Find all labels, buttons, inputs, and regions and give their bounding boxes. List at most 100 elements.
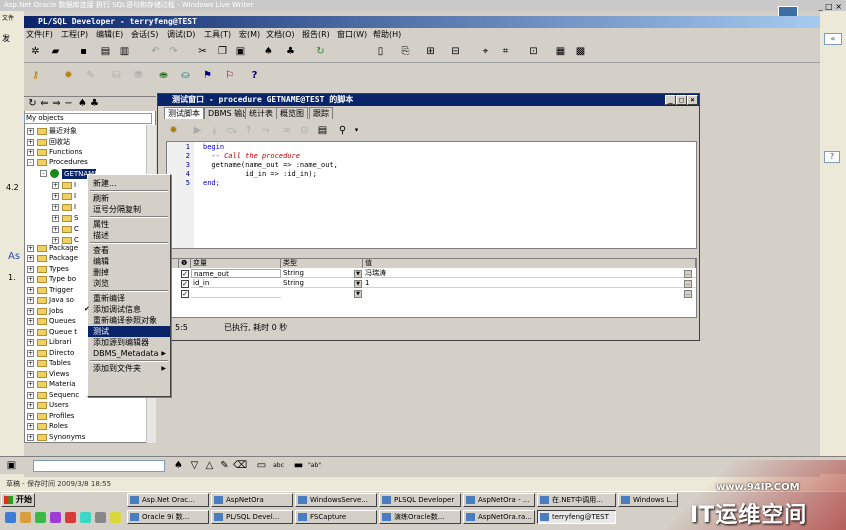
- expand-box[interactable]: +: [27, 391, 34, 399]
- menu-debug[interactable]: 调试(D): [167, 29, 195, 40]
- menu-session[interactable]: 会话(S): [131, 29, 158, 40]
- expand-box[interactable]: +: [27, 349, 34, 357]
- print-icon[interactable]: ▤: [99, 45, 112, 58]
- context-menu-item[interactable]: 刷新: [88, 193, 170, 204]
- taskbar-button[interactable]: Asp.Net Orac...: [127, 493, 209, 507]
- taskbar-button[interactable]: AspNetOra: [211, 493, 293, 507]
- tree-item-views[interactable]: + Views: [27, 369, 69, 379]
- regex-icon[interactable]: ▬: [292, 459, 305, 472]
- context-menu-item[interactable]: 浏览: [88, 278, 170, 289]
- taskbar-button[interactable]: AspNetOra.ra...: [463, 510, 535, 524]
- expand-box[interactable]: +: [27, 359, 34, 367]
- quicklaunch-app4-icon[interactable]: [110, 512, 121, 523]
- clear-icon[interactable]: ⌫: [233, 459, 247, 472]
- chevron-down-icon[interactable]: ▼: [354, 270, 362, 278]
- context-menu-item[interactable]: DBMS_Metadata ▶: [88, 348, 170, 359]
- expand-box[interactable]: +: [52, 181, 59, 189]
- cut-icon[interactable]: ✂: [196, 45, 209, 58]
- menu-macro[interactable]: 宏(M): [239, 29, 260, 40]
- copy-icon[interactable]: ❐: [216, 45, 229, 58]
- taskbar-button[interactable]: terryfeng@TEST: [537, 510, 616, 524]
- chevron-down-icon[interactable]: ▾: [350, 124, 363, 137]
- expand-box[interactable]: +: [27, 148, 34, 156]
- quicklaunch-desktop-icon[interactable]: [35, 512, 46, 523]
- tree-item-tables[interactable]: + Tables: [27, 358, 71, 368]
- script-icon[interactable]: ▯: [374, 45, 387, 58]
- open-icon[interactable]: ▰: [49, 45, 62, 58]
- expand-box[interactable]: +: [27, 380, 34, 388]
- tree-item-java-sources[interactable]: + Java so: [27, 295, 74, 305]
- context-menu-item[interactable]: 重新编译: [88, 293, 170, 304]
- tool-c-icon[interactable]: ⊟: [449, 45, 462, 58]
- tree-subitem[interactable]: + I: [52, 202, 76, 212]
- menu-help[interactable]: 帮助(H): [373, 29, 401, 40]
- context-menu-item[interactable]: 测试: [88, 326, 170, 337]
- close-button[interactable]: ×: [687, 95, 698, 105]
- ellipsis-icon[interactable]: …: [684, 280, 692, 288]
- expand-box[interactable]: +: [27, 338, 34, 346]
- tree-item-package[interactable]: + Package: [27, 243, 78, 253]
- lw-help-icon[interactable]: ?: [824, 151, 840, 163]
- find-icon[interactable]: ♠: [262, 45, 275, 58]
- highlight-icon[interactable]: ✎: [218, 459, 231, 472]
- expand-box[interactable]: -: [40, 169, 47, 177]
- tree-item-getname[interactable]: -: [40, 168, 59, 178]
- grid-header-variable[interactable]: 变量: [191, 259, 281, 268]
- taskbar-button[interactable]: 在.NET中调用...: [537, 493, 616, 507]
- abc-icon[interactable]: abc: [272, 459, 285, 472]
- help-icon[interactable]: ?: [248, 69, 261, 82]
- quicklaunch-app-icon[interactable]: [65, 512, 76, 523]
- tree-item-libraries[interactable]: + Librari: [27, 337, 71, 347]
- tree-item-procedures[interactable]: - Procedures: [27, 157, 88, 167]
- tree-item-synonyms[interactable]: + Synonyms: [27, 432, 85, 442]
- expand-box[interactable]: +: [27, 401, 34, 409]
- ellipsis-icon[interactable]: …: [684, 270, 692, 278]
- window-cascade-icon[interactable]: ▩: [574, 45, 587, 58]
- menu-tools[interactable]: 工具(T): [204, 29, 231, 40]
- chevron-down-icon[interactable]: ▼: [354, 290, 362, 298]
- redo-icon[interactable]: ↷: [167, 45, 180, 58]
- find-up-icon[interactable]: △: [203, 459, 216, 472]
- tree-subitem[interactable]: + S: [52, 213, 78, 223]
- object-filter-select[interactable]: My objects: [24, 113, 152, 124]
- tab-trace[interactable]: 跟踪: [309, 107, 333, 119]
- grid-cell-var-empty[interactable]: [191, 289, 281, 298]
- expand-box[interactable]: -: [27, 158, 34, 166]
- menu-file[interactable]: 文件(F): [26, 29, 53, 40]
- debug-start-icon[interactable]: ✹: [167, 124, 180, 137]
- context-menu-item[interactable]: 添加到文件夹 ▶: [88, 363, 170, 374]
- tool-e-icon[interactable]: ⌗: [499, 45, 512, 58]
- filter-icon[interactable]: −: [62, 97, 75, 110]
- taskbar-button[interactable]: 演练Oracle数...: [379, 510, 461, 524]
- search-icon[interactable]: ⚲: [336, 124, 349, 137]
- print-preview-icon[interactable]: ▥: [118, 45, 131, 58]
- window-tile-icon[interactable]: ▦: [554, 45, 567, 58]
- quote-icon[interactable]: "ab": [308, 459, 321, 472]
- tree-item-sequences[interactable]: + Sequenc: [27, 390, 79, 400]
- tool-f-icon[interactable]: ⊡: [527, 45, 540, 58]
- key-icon[interactable]: ⚷: [29, 69, 42, 82]
- tree-item-types[interactable]: + Types: [27, 264, 69, 274]
- expand-box[interactable]: +: [27, 254, 34, 262]
- disconnect-icon[interactable]: ⚐: [223, 69, 236, 82]
- quicklaunch-media-icon[interactable]: [50, 512, 61, 523]
- ellipsis-icon[interactable]: …: [684, 290, 692, 298]
- menu-edit[interactable]: 编辑(E): [96, 29, 123, 40]
- minimize-button[interactable]: _: [665, 95, 676, 105]
- expand-box[interactable]: +: [27, 422, 34, 430]
- maximize-button[interactable]: □: [676, 95, 687, 105]
- window-list-icon[interactable]: ▤: [316, 124, 329, 137]
- grid-cell-value[interactable]: 1: [363, 279, 696, 288]
- expand-box[interactable]: +: [52, 214, 59, 222]
- execute-icon[interactable]: ↻: [314, 45, 327, 58]
- expand-box[interactable]: +: [52, 203, 59, 211]
- expand-box[interactable]: +: [27, 286, 34, 294]
- match-case-icon[interactable]: ▭: [255, 459, 268, 472]
- paste-icon[interactable]: ▣: [234, 45, 247, 58]
- search-icon[interactable]: ♠: [172, 459, 185, 472]
- tool-b-icon[interactable]: ⊞: [424, 45, 437, 58]
- tree-item-queue-tables[interactable]: + Queue t: [27, 327, 77, 337]
- context-menu-item[interactable]: 编辑: [88, 256, 170, 267]
- database-icon[interactable]: ⛀: [179, 69, 192, 82]
- expand-box[interactable]: +: [27, 412, 34, 420]
